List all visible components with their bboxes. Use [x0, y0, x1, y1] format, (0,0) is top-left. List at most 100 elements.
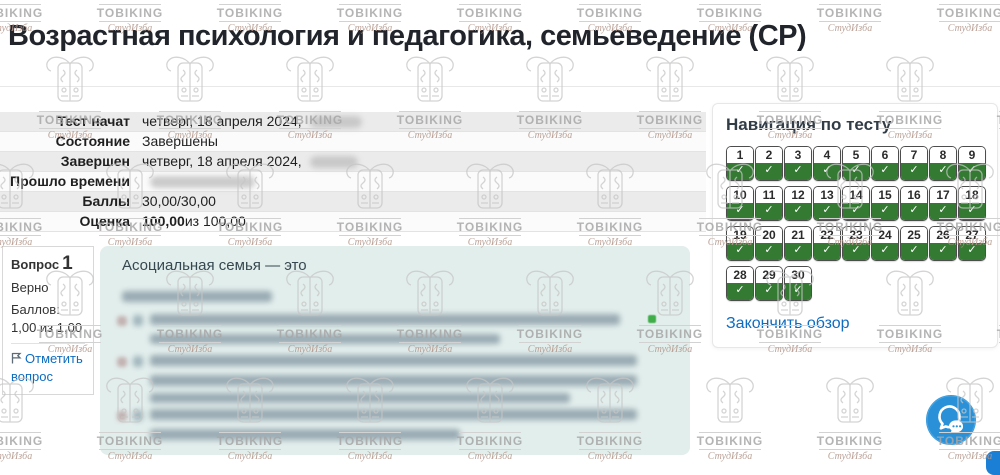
quiz-nav-question-number: 1 [727, 147, 753, 163]
quiz-nav-question-4[interactable]: 4 ✓ [813, 146, 841, 181]
quiz-nav-question-9[interactable]: 9 ✓ [958, 146, 986, 181]
quiz-nav-question-18[interactable]: 18 ✓ [958, 186, 986, 221]
check-icon: ✓ [872, 243, 898, 260]
quiz-nav-question-1[interactable]: 1 ✓ [726, 146, 754, 181]
quiz-nav-question-12[interactable]: 12 ✓ [784, 186, 812, 221]
page-title: Возрастная психология и педагогика, семь… [8, 20, 807, 52]
quiz-nav-question-number: 13 [814, 187, 840, 203]
quiz-nav-question-15[interactable]: 15 ✓ [871, 186, 899, 221]
watermark-site: СтудИзба [827, 451, 873, 462]
quiz-nav-question-number: 12 [785, 187, 811, 203]
summary-value: 100,00 из 100,00 [142, 213, 246, 229]
check-icon: ✓ [785, 243, 811, 260]
watermark-brand: TOBIKING [336, 6, 404, 20]
watermark-brand: TOBIKING [216, 6, 284, 20]
studizba-crest-icon [826, 377, 874, 423]
quiz-nav-question-25[interactable]: 25 ✓ [900, 226, 928, 261]
summary-value [142, 172, 255, 191]
check-icon: ✓ [901, 203, 927, 220]
question-status: Верно [11, 280, 49, 295]
studizba-crest-icon [46, 56, 94, 102]
quiz-nav-question-number: 19 [727, 227, 753, 243]
redacted-text-bar [133, 315, 143, 326]
summary-label: Баллы [82, 193, 130, 209]
quiz-nav-question-17[interactable]: 17 ✓ [929, 186, 957, 221]
studizba-crest-icon [886, 56, 934, 102]
quiz-nav-question-3[interactable]: 3 ✓ [784, 146, 812, 181]
watermark-divider [819, 449, 881, 450]
correct-answer-dot [648, 315, 656, 323]
quiz-nav-question-number: 7 [901, 147, 927, 163]
watermark-brand: TOBIKING [696, 6, 764, 20]
watermark-divider [0, 449, 41, 450]
quiz-nav-question-26[interactable]: 26 ✓ [929, 226, 957, 261]
quiz-nav-question-24[interactable]: 24 ✓ [871, 226, 899, 261]
corner-widget-peek[interactable] [986, 451, 1000, 475]
check-icon: ✓ [727, 283, 753, 300]
summary-row: Завершен четверг, 18 апреля 2024, [0, 152, 706, 172]
check-icon: ✓ [814, 243, 840, 260]
check-icon: ✓ [930, 203, 956, 220]
check-icon: ✓ [727, 243, 753, 260]
quiz-nav-question-29[interactable]: 29 ✓ [755, 266, 783, 301]
watermark-brand: TOBIKING [816, 434, 884, 448]
question-text: Асоциальная семья — это [122, 257, 307, 274]
summary-row: Прошло времени [0, 172, 706, 192]
quiz-nav-question-2[interactable]: 2 ✓ [755, 146, 783, 181]
watermark-divider [699, 4, 761, 5]
quiz-nav-question-14[interactable]: 14 ✓ [842, 186, 870, 221]
question-body-card: Асоциальная семья — это [100, 246, 690, 455]
check-icon: ✓ [872, 203, 898, 220]
summary-row: Тест начат четверг, 18 апреля 2024, [0, 112, 706, 132]
quiz-nav-question-7[interactable]: 7 ✓ [900, 146, 928, 181]
chat-bubbles-icon [926, 395, 976, 445]
watermark-site: СтудИзба [0, 451, 33, 462]
quiz-nav-question-22[interactable]: 22 ✓ [813, 226, 841, 261]
quiz-nav-question-6[interactable]: 6 ✓ [871, 146, 899, 181]
quiz-nav-question-5[interactable]: 5 ✓ [842, 146, 870, 181]
quiz-nav-question-27[interactable]: 27 ✓ [958, 226, 986, 261]
check-icon: ✓ [785, 283, 811, 300]
watermark-divider [459, 4, 521, 5]
finish-review-link[interactable]: Закончить обзор [726, 315, 850, 333]
quiz-nav-question-number: 6 [872, 147, 898, 163]
summary-value: четверг, 18 апреля 2024, [142, 112, 362, 131]
quiz-nav-question-23[interactable]: 23 ✓ [842, 226, 870, 261]
redacted-text-bar [150, 409, 637, 420]
studizba-crest-icon [286, 56, 334, 102]
check-icon: ✓ [814, 203, 840, 220]
summary-value: 30,00/30,00 [142, 193, 216, 209]
check-icon: ✓ [901, 163, 927, 180]
quiz-nav-question-16[interactable]: 16 ✓ [900, 186, 928, 221]
watermark-divider [219, 4, 281, 5]
check-icon: ✓ [843, 243, 869, 260]
quiz-navigation-title: Навигация по тесту [726, 115, 892, 134]
quiz-nav-question-number: 30 [785, 267, 811, 283]
watermark-divider [0, 235, 41, 236]
check-icon: ✓ [843, 203, 869, 220]
watermark-tile: TOBIKING СтудИзба [795, 376, 905, 462]
quiz-nav-question-10[interactable]: 10 ✓ [726, 186, 754, 221]
quiz-nav-question-13[interactable]: 13 ✓ [813, 186, 841, 221]
studizba-crest-icon [526, 56, 574, 102]
redacted-text-bar [117, 316, 127, 326]
watermark-divider [99, 235, 161, 236]
check-icon: ✓ [872, 163, 898, 180]
quiz-nav-question-28[interactable]: 28 ✓ [726, 266, 754, 301]
chat-widget-button[interactable] [925, 394, 977, 446]
quiz-nav-question-21[interactable]: 21 ✓ [784, 226, 812, 261]
watermark-divider [819, 4, 881, 5]
quiz-nav-question-number: 3 [785, 147, 811, 163]
studizba-crest-icon [406, 56, 454, 102]
quiz-navigation-grid: 1 ✓ 2 ✓ 3 ✓ 4 ✓ 5 ✓ 6 ✓ 7 ✓ 8 ✓ 9 ✓ 10 ✓ 11 ✓ 12 ✓ 13 ✓ 14 ✓ 15 ✓ 16 ✓ 1… [726, 146, 986, 301]
check-icon: ✓ [959, 163, 985, 180]
quiz-nav-question-30[interactable]: 30 ✓ [784, 266, 812, 301]
flag-question-link[interactable]: Отметить вопрос [11, 350, 85, 386]
quiz-nav-question-11[interactable]: 11 ✓ [755, 186, 783, 221]
watermark-brand: TOBIKING [0, 6, 44, 20]
summary-label: Завершен [60, 153, 130, 169]
quiz-nav-question-20[interactable]: 20 ✓ [755, 226, 783, 261]
quiz-nav-question-8[interactable]: 8 ✓ [929, 146, 957, 181]
quiz-nav-question-19[interactable]: 19 ✓ [726, 226, 754, 261]
check-icon: ✓ [843, 163, 869, 180]
